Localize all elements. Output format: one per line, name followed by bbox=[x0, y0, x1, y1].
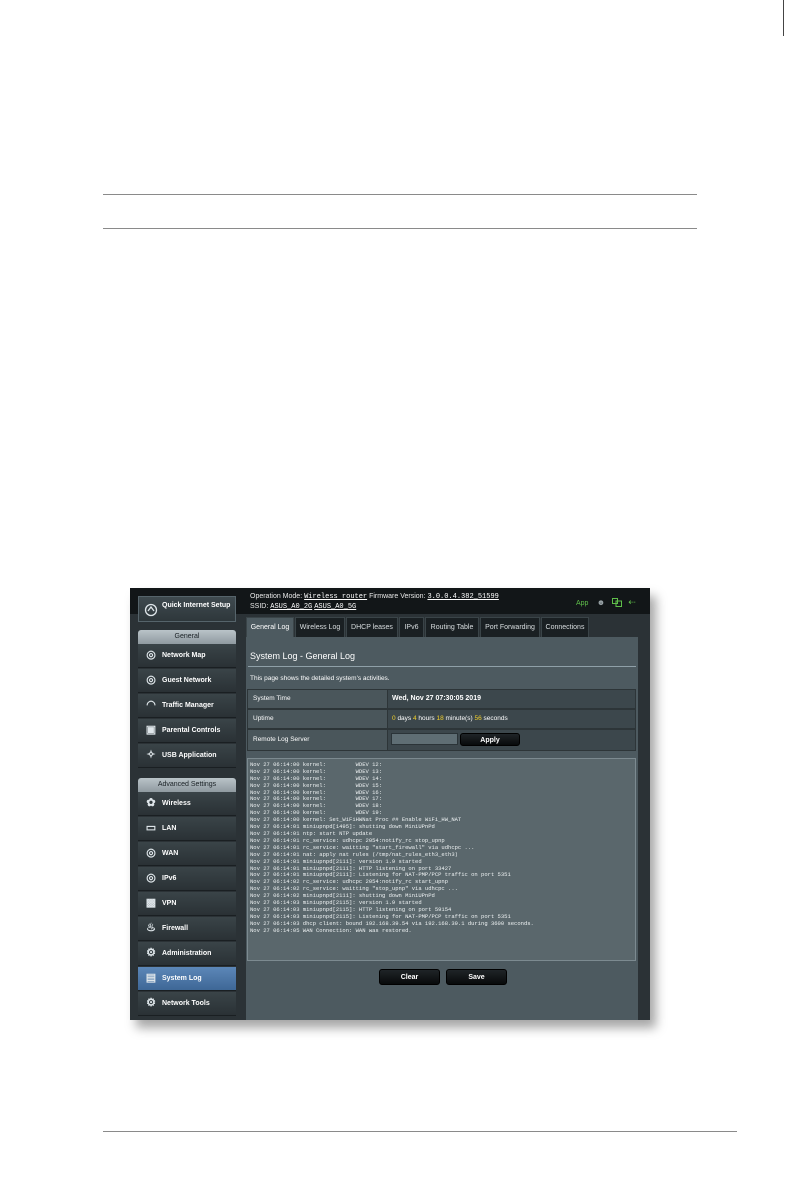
sidebar-item-wireless[interactable]: ✿ Wireless bbox=[138, 792, 236, 816]
sidebar-item-usb-application[interactable]: ✧ USB Application bbox=[138, 744, 236, 768]
ssid-line: SSID: ASUS_A0_2G ASUS_A0_5G bbox=[250, 603, 356, 611]
admin-icon: ⚙ bbox=[146, 947, 156, 959]
sidebar-item-network-tools[interactable]: ⚙ Network Tools bbox=[138, 992, 236, 1016]
operation-mode-label: Operation Mode: bbox=[250, 593, 303, 600]
globe-icon: ◎ bbox=[146, 872, 156, 884]
operation-mode-link[interactable]: Wireless router bbox=[304, 593, 367, 601]
sidebar-item-lan[interactable]: ▭ LAN bbox=[138, 817, 236, 841]
page-title: System Log - General Log bbox=[250, 651, 356, 661]
tab-general-log[interactable]: General Log bbox=[246, 617, 294, 637]
sidebar-item-guest-network[interactable]: ◎ Guest Network bbox=[138, 669, 236, 693]
gear-icon: ⚙ bbox=[146, 997, 156, 1009]
clear-button[interactable]: Clear bbox=[379, 969, 440, 985]
footer-rule bbox=[103, 1131, 737, 1132]
sidebar-item-traffic-manager[interactable]: ◠ Traffic Manager bbox=[138, 694, 236, 718]
tab-port-forwarding[interactable]: Port Forwarding bbox=[480, 617, 540, 637]
tab-connections[interactable]: Connections bbox=[541, 617, 589, 637]
log-lines: Nov 27 06:14:00 kernel: WDEV 11:Nov 27 0… bbox=[250, 759, 534, 935]
uptime-row: Uptime 0 days 4 hours 18 minute(s) 56 se… bbox=[247, 709, 636, 729]
wifi-icon: ✿ bbox=[146, 797, 156, 809]
gauge-icon: ◠ bbox=[146, 699, 156, 711]
tab-dhcp-leases[interactable]: DHCP leases bbox=[346, 617, 398, 637]
system-time-value: Wed, Nov 27 07:30:05 2019 bbox=[392, 695, 481, 702]
remote-log-server-row: Remote Log Server Apply bbox=[247, 729, 636, 751]
log-icon: ▤ bbox=[145, 972, 157, 984]
uptime-value: 0 days 4 hours 18 minute(s) 56 seconds bbox=[392, 715, 508, 722]
router-ui-screenshot: Operation Mode: Wireless router Firmware… bbox=[130, 588, 650, 1020]
sidebar-item-firewall[interactable]: ♨ Firewall bbox=[138, 917, 236, 941]
system-time-row: System Time Wed, Nov 27 07:30:05 2019 bbox=[247, 689, 636, 709]
uptime-hours: 4 bbox=[412, 715, 417, 722]
tab-ipv6[interactable]: IPv6 bbox=[399, 617, 424, 637]
uptime-seconds: 56 bbox=[474, 715, 482, 722]
system-time-label: System Time bbox=[248, 690, 388, 708]
wizard-icon bbox=[144, 603, 158, 617]
page-edge-mark bbox=[783, 0, 784, 36]
log-textarea[interactable]: Nov 27 06:14:00 kernel: WDEV 11:Nov 27 0… bbox=[247, 758, 636, 961]
puzzle-icon: ✧ bbox=[146, 749, 156, 761]
monitor-icon: ▭ bbox=[145, 822, 157, 834]
fire-icon: ♨ bbox=[146, 922, 156, 934]
sidebar-item-system-log[interactable]: ▤ System Log bbox=[138, 967, 236, 991]
log-line: Nov 27 06:14:05 WAN Connection: WAN was … bbox=[250, 926, 412, 934]
user-icon[interactable]: ☻ bbox=[596, 598, 606, 607]
remote-log-server-input[interactable] bbox=[391, 733, 458, 745]
globe-icon: ◎ bbox=[146, 649, 156, 661]
title-divider bbox=[248, 666, 636, 667]
tab-wireless-log[interactable]: Wireless Log bbox=[295, 617, 345, 637]
sidebar-item-ipv6[interactable]: ◎ IPv6 bbox=[138, 867, 236, 891]
page-description: This page shows the detailed system's ac… bbox=[250, 675, 390, 682]
lock-icon: ▣ bbox=[145, 724, 157, 736]
ssid-label: SSID: bbox=[250, 603, 269, 610]
quick-internet-setup-button[interactable]: Quick Internet Setup bbox=[138, 596, 236, 622]
uptime-minutes: 18 bbox=[436, 715, 444, 722]
app-link[interactable]: App bbox=[576, 600, 588, 607]
firmware-link[interactable]: 3.0.0.4.382_51599 bbox=[427, 593, 498, 601]
uptime-days: 0 bbox=[392, 715, 396, 722]
uptime-label: Uptime bbox=[248, 710, 388, 728]
globe-icon: ◎ bbox=[146, 847, 156, 859]
sidebar-item-network-map[interactable]: ◎ Network Map bbox=[138, 644, 236, 668]
sidebar: Quick Internet Setup General ◎ Network M… bbox=[138, 596, 236, 1020]
ssid-5g-link[interactable]: ASUS_A0_5G bbox=[314, 603, 356, 611]
firmware-label: Firmware Version: bbox=[369, 593, 426, 600]
sidebar-item-vpn[interactable]: ▩ VPN bbox=[138, 892, 236, 916]
vpn-icon: ▩ bbox=[145, 897, 157, 909]
quick-internet-setup-label: Quick Internet Setup bbox=[162, 602, 231, 609]
sidebar-item-administration[interactable]: ⚙ Administration bbox=[138, 942, 236, 966]
tab-routing-table[interactable]: Routing Table bbox=[425, 617, 479, 637]
ssid-2g-link[interactable]: ASUS_A0_2G bbox=[270, 603, 312, 611]
apply-button[interactable]: Apply bbox=[460, 733, 520, 746]
header-rule-top bbox=[103, 194, 697, 195]
network-status-icon[interactable] bbox=[612, 598, 622, 607]
sidebar-item-wan[interactable]: ◎ WAN bbox=[138, 842, 236, 866]
main-content: System Log - General Log This page shows… bbox=[246, 637, 638, 1020]
advanced-settings-header: Advanced Settings bbox=[138, 778, 236, 792]
operation-mode-line: Operation Mode: Wireless router Firmware… bbox=[250, 593, 499, 601]
header-rule-bottom bbox=[103, 228, 697, 229]
save-button[interactable]: Save bbox=[446, 969, 507, 985]
guest-icon: ◎ bbox=[146, 674, 156, 686]
general-section-header: General bbox=[138, 630, 236, 644]
remote-log-server-label: Remote Log Server bbox=[248, 730, 388, 750]
usb-icon[interactable]: ⇠ bbox=[627, 598, 637, 607]
sidebar-item-parental-controls[interactable]: ▣ Parental Controls bbox=[138, 719, 236, 743]
